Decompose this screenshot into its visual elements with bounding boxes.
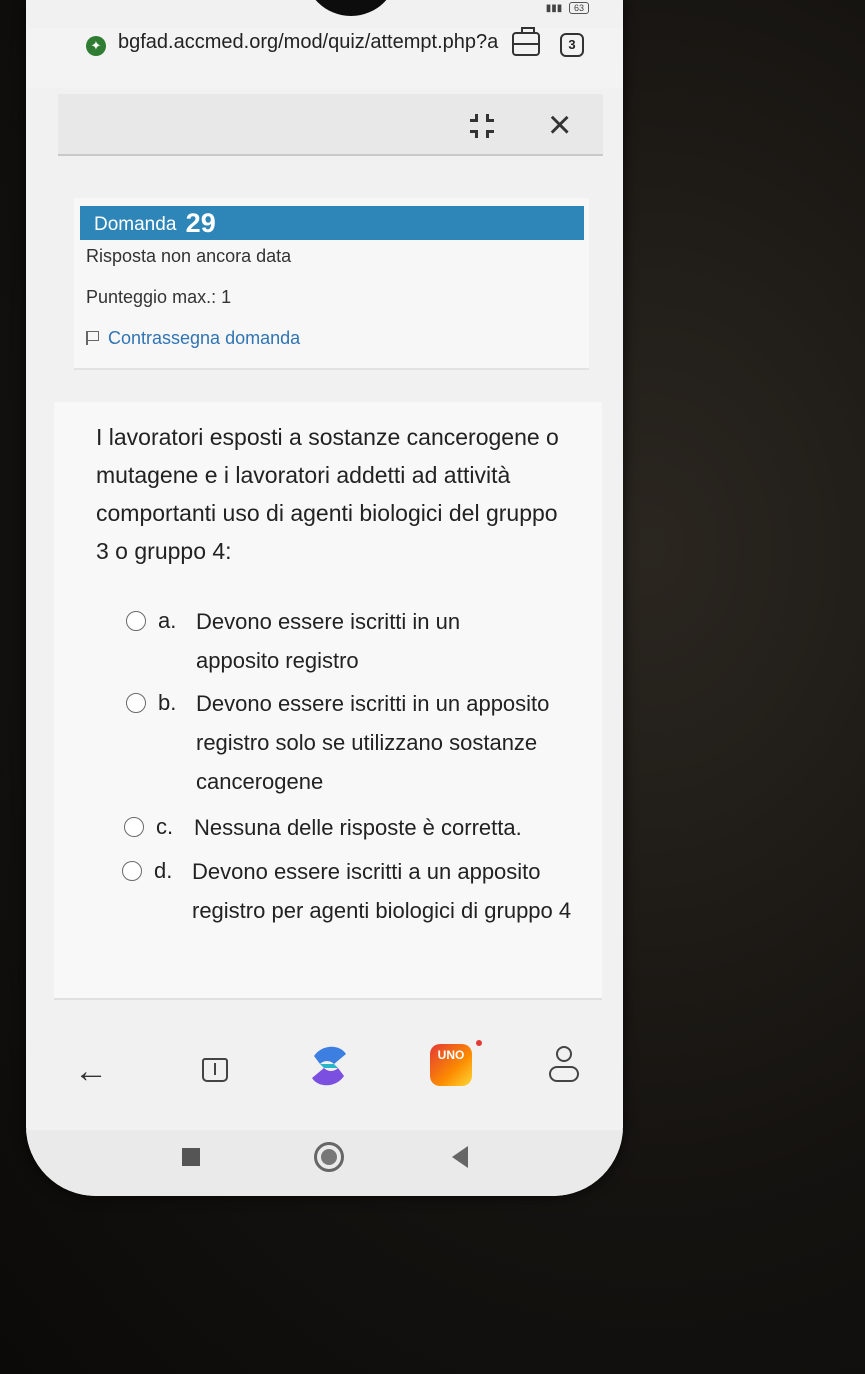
question-header-label: Domanda xyxy=(94,214,177,235)
radio-button[interactable] xyxy=(124,817,144,837)
browser-address-bar[interactable]: ✦ bgfad.accmed.org/mod/quiz/attempt.php?… xyxy=(26,27,623,88)
option-letter: c. xyxy=(156,814,174,839)
option-letter: b. xyxy=(158,690,177,715)
question-number: 29 xyxy=(185,208,216,238)
option-letter: d. xyxy=(154,858,173,883)
shield-icon[interactable]: ✦ xyxy=(86,36,106,56)
back-arrow-icon[interactable]: ← xyxy=(74,1052,108,1091)
system-back-icon[interactable] xyxy=(452,1146,468,1168)
option-a[interactable]: a. Devono essere iscritti in un apposito… xyxy=(126,602,526,680)
copilot-icon[interactable] xyxy=(306,1042,352,1090)
signal-icon: ▮▮▮ xyxy=(545,3,563,14)
home-icon[interactable] xyxy=(314,1142,344,1172)
close-icon[interactable]: × xyxy=(548,105,571,145)
question-text: I lavoratori esposti a sostanze cancerog… xyxy=(96,424,559,564)
recent-apps-icon[interactable] xyxy=(182,1148,200,1166)
briefcase-icon[interactable] xyxy=(512,27,540,56)
radio-button[interactable] xyxy=(126,693,146,713)
battery-indicator: 63 xyxy=(568,2,589,14)
max-score: Punteggio max.: 1 xyxy=(86,287,232,307)
question-info-card: Domanda 29 Risposta non ancora data Punt… xyxy=(74,198,589,370)
url-text[interactable]: bgfad.accmed.org/mod/quiz/attempt.php?a xyxy=(118,31,513,54)
browser-bottom-nav: ← UNO xyxy=(26,1018,623,1128)
flag-question-link[interactable]: Contrassegna domanda xyxy=(86,328,300,349)
radio-button[interactable] xyxy=(126,611,146,631)
camera-notch xyxy=(304,0,398,16)
option-text: Devono essere iscritti a un apposito reg… xyxy=(192,859,572,923)
profile-icon[interactable] xyxy=(549,1046,579,1086)
notification-dot xyxy=(476,1040,482,1046)
tab-count-button[interactable]: 3 xyxy=(560,33,584,57)
option-text: Devono essere iscritti in un apposito re… xyxy=(196,691,550,794)
viewer-toolbar: × xyxy=(58,94,603,156)
flag-question-label: Contrassegna domanda xyxy=(108,328,301,348)
flag-icon xyxy=(86,331,100,345)
option-letter: a. xyxy=(158,608,177,633)
status-indicators: ▮▮▮ 63 xyxy=(546,2,589,14)
question-card: I lavoratori esposti a sostanze cancerog… xyxy=(54,402,602,1000)
option-text: Devono essere iscritti in un apposito re… xyxy=(196,609,461,673)
uno-app-icon[interactable]: UNO xyxy=(430,1044,472,1086)
question-header: Domanda 29 xyxy=(80,206,584,240)
option-d[interactable]: d. Devono essere iscritti a un apposito … xyxy=(122,852,602,930)
system-navigation-bar xyxy=(26,1130,623,1196)
radio-button[interactable] xyxy=(122,861,142,881)
status-bar: ▮▮▮ 63 xyxy=(26,0,623,22)
answer-status: Risposta non ancora data xyxy=(86,246,292,266)
option-c[interactable]: c. Nessuna delle risposte è corretta. xyxy=(124,808,614,847)
book-icon[interactable] xyxy=(202,1058,228,1082)
option-b[interactable]: b. Devono essere iscritti in un apposito… xyxy=(126,684,606,801)
collapse-icon[interactable] xyxy=(470,114,494,138)
phone-screen: ▮▮▮ 63 ✦ bgfad.accmed.org/mod/quiz/attem… xyxy=(26,0,623,1196)
option-text: Nessuna delle risposte è corretta. xyxy=(194,815,522,840)
